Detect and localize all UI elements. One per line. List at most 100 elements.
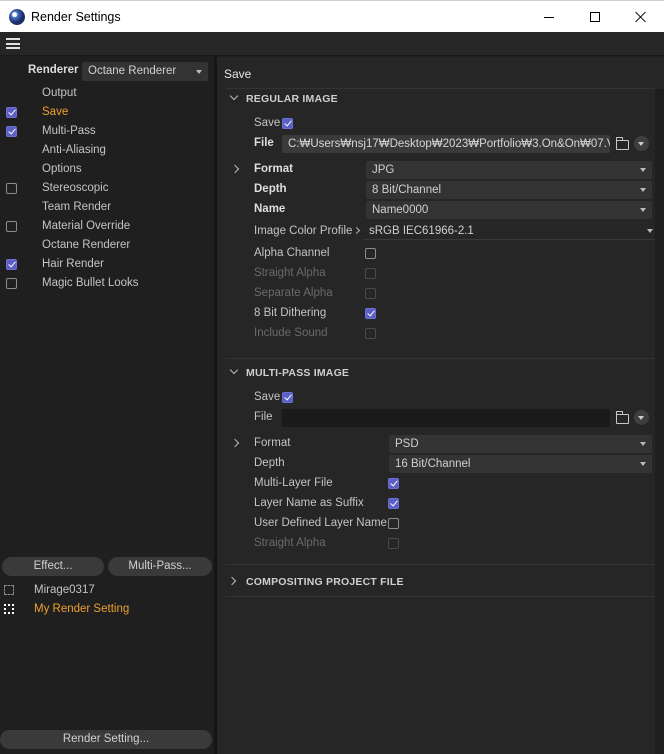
section-heading: REGULAR IMAGE [246,93,338,105]
title-bar: Render Settings [0,0,664,32]
nav-item-label: Octane Renderer [42,239,131,251]
effect-buttons-row: Effect... Multi-Pass... [0,557,214,577]
folder-icon[interactable] [616,137,629,150]
settings-nav: Output Save Multi-Pass Anti-Aliasing Opt… [0,84,214,293]
multipass-straight-alpha-row: Straight Alpha [217,534,655,554]
regular-format-value: JPG [372,164,395,176]
render-setting-active-icon [4,604,14,614]
regular-profile-label: Image Color Profile [254,225,353,237]
render-setting-button[interactable]: Render Setting... [0,730,212,749]
section-multi-pass-image[interactable]: MULTI-PASS IMAGE [217,364,655,384]
nav-magic-bullet-checkbox[interactable] [6,278,17,289]
section-compositing-project-file[interactable]: COMPOSITING PROJECT FILE [217,573,655,593]
renderer-row: Renderer Octane Renderer [0,61,214,81]
left-panel: Renderer Octane Renderer Output Save Mul… [0,57,214,754]
regular-straight-alpha-row: Straight Alpha [217,264,655,284]
multipass-save-checkbox[interactable] [282,392,293,403]
chevron-right-icon[interactable] [352,226,361,235]
chevron-right-icon[interactable] [230,164,240,174]
nav-item-output[interactable]: Output [0,84,214,103]
regular-save-checkbox[interactable] [282,118,293,129]
nav-item-octane-renderer[interactable]: Octane Renderer [0,236,214,255]
nav-item-anti-aliasing[interactable]: Anti-Aliasing [0,141,214,160]
multipass-depth-value: 16 Bit/Channel [395,458,471,470]
nav-save-checkbox[interactable] [6,107,17,118]
scrollbar[interactable] [655,89,664,754]
multipass-depth-row: Depth 16 Bit/Channel [217,454,655,474]
window-title: Render Settings [31,9,121,24]
regular-sound-checkbox[interactable] [365,328,376,339]
nav-stereoscopic-checkbox[interactable] [6,183,17,194]
multipass-depth-label: Depth [254,457,285,469]
regular-straight-alpha-checkbox[interactable] [365,268,376,279]
hamburger-menu-icon[interactable] [6,38,20,49]
multipass-depth-select[interactable]: 16 Bit/Channel [389,455,652,473]
regular-depth-value: 8 Bit/Channel [372,184,442,196]
section-regular-image[interactable]: REGULAR IMAGE [217,90,655,110]
renderer-value: Octane Renderer [88,65,177,77]
nav-item-label: Stereoscopic [42,182,109,194]
multipass-straight-alpha-checkbox[interactable] [388,538,399,549]
divider [225,88,655,89]
multipass-multilayer-checkbox[interactable] [388,478,399,489]
regular-separate-alpha-checkbox[interactable] [365,288,376,299]
setting-item-mirage[interactable]: Mirage0317 [0,581,214,600]
nav-hair-render-checkbox[interactable] [6,259,17,270]
regular-name-row: Name Name0000 [217,200,655,220]
chevron-down-icon [640,168,646,172]
multipass-save-row: Save [217,388,655,408]
nav-item-team-render[interactable]: Team Render [0,198,214,217]
nav-item-material-override[interactable]: Material Override [0,217,214,236]
nav-item-label: Save [42,106,69,118]
chevron-right-icon[interactable] [230,438,240,448]
right-panel: Save REGULAR IMAGE Save File C:₩Users₩ns… [217,57,664,754]
regular-alpha-checkbox[interactable] [365,248,376,259]
regular-file-row: File C:₩Users₩nsj17₩Desktop₩2023₩Portfol… [217,134,655,154]
regular-name-select[interactable]: Name0000 [366,201,652,219]
maximize-button[interactable] [572,1,618,33]
renderer-select[interactable]: Octane Renderer [82,62,208,81]
multipass-userdef-checkbox[interactable] [388,518,399,529]
divider [225,358,655,359]
regular-depth-select[interactable]: 8 Bit/Channel [366,181,652,199]
nav-item-hair-render[interactable]: Hair Render [0,255,214,274]
regular-format-select[interactable]: JPG [366,161,652,179]
effect-button[interactable]: Effect... [2,557,104,576]
minimize-button[interactable] [526,1,572,33]
regular-profile-select[interactable]: sRGB IEC61966-2.1 [363,222,655,240]
window-controls [526,1,664,33]
multipass-suffix-checkbox[interactable] [388,498,399,509]
regular-alpha-row: Alpha Channel [217,244,655,264]
multi-pass-button[interactable]: Multi-Pass... [108,557,212,576]
nav-item-save[interactable]: Save [0,103,214,122]
nav-item-magic-bullet-looks[interactable]: Magic Bullet Looks [0,274,214,293]
chevron-down-icon[interactable] [634,136,649,151]
regular-file-input[interactable]: C:₩Users₩nsj17₩Desktop₩2023₩Portfolio₩3.… [282,135,610,153]
regular-dithering-checkbox[interactable] [365,308,376,319]
regular-separate-alpha-label: Separate Alpha [254,287,333,299]
multipass-file-input[interactable] [282,409,610,427]
close-button[interactable] [618,1,664,33]
setting-item-my-render-setting[interactable]: My Render Setting [0,600,214,619]
chevron-down-icon[interactable] [634,410,649,425]
regular-dithering-label: 8 Bit Dithering [254,307,327,319]
regular-file-label: File [254,137,274,149]
nav-item-options[interactable]: Options [0,160,214,179]
divider [225,596,655,597]
nav-item-stereoscopic[interactable]: Stereoscopic [0,179,214,198]
nav-item-label: Anti-Aliasing [42,144,106,156]
regular-save-label: Save [254,117,281,129]
multipass-straight-alpha-label: Straight Alpha [254,537,326,549]
nav-multi-pass-checkbox[interactable] [6,126,17,137]
multipass-userdef-label: User Defined Layer Name [254,517,387,529]
regular-depth-label: Depth [254,183,287,195]
nav-material-override-checkbox[interactable] [6,221,17,232]
multipass-file-label: File [254,411,273,423]
folder-icon[interactable] [616,411,629,424]
multipass-format-select[interactable]: PSD [389,435,652,453]
chevron-down-icon [640,188,646,192]
chevron-down-icon [196,70,202,74]
nav-item-multi-pass[interactable]: Multi-Pass [0,122,214,141]
regular-format-label: Format [254,163,293,175]
regular-straight-alpha-label: Straight Alpha [254,267,326,279]
